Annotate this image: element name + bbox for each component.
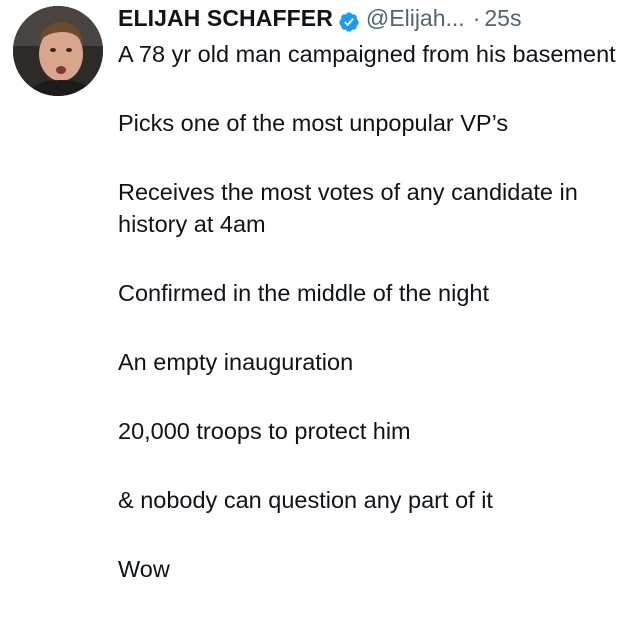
display-name[interactable]: ELIJAH SCHAFFER xyxy=(118,0,333,36)
avatar[interactable] xyxy=(13,6,103,96)
tweet-content: ELIJAH SCHAFFER @Elijah... · 25s A 78 yr… xyxy=(118,0,633,585)
tweet-header: ELIJAH SCHAFFER @Elijah... · 25s xyxy=(118,0,633,36)
tweet-paragraph: Wow xyxy=(118,556,170,582)
timestamp[interactable]: 25s xyxy=(484,0,521,36)
tweet-paragraph: A 78 yr old man campaigned from his base… xyxy=(118,41,616,67)
tweet-paragraph: Confirmed in the middle of the night xyxy=(118,280,489,306)
avatar-photo xyxy=(13,6,103,96)
tweet-paragraph: 20,000 troops to protect him xyxy=(118,418,411,444)
user-handle[interactable]: @Elijah... xyxy=(366,0,465,36)
separator-dot: · xyxy=(472,5,481,31)
tweet-paragraph: & nobody can question any part of it xyxy=(118,487,493,513)
tweet-paragraph: Picks one of the most unpopular VP’s xyxy=(118,110,509,136)
tweet-paragraph: An empty inauguration xyxy=(118,349,354,375)
tweet-paragraph: Receives the most votes of any candidate… xyxy=(118,179,578,237)
tweet: ELIJAH SCHAFFER @Elijah... · 25s A 78 yr… xyxy=(0,0,639,628)
tweet-text: A 78 yr old man campaigned from his base… xyxy=(118,38,633,585)
verified-badge-icon xyxy=(338,7,360,32)
